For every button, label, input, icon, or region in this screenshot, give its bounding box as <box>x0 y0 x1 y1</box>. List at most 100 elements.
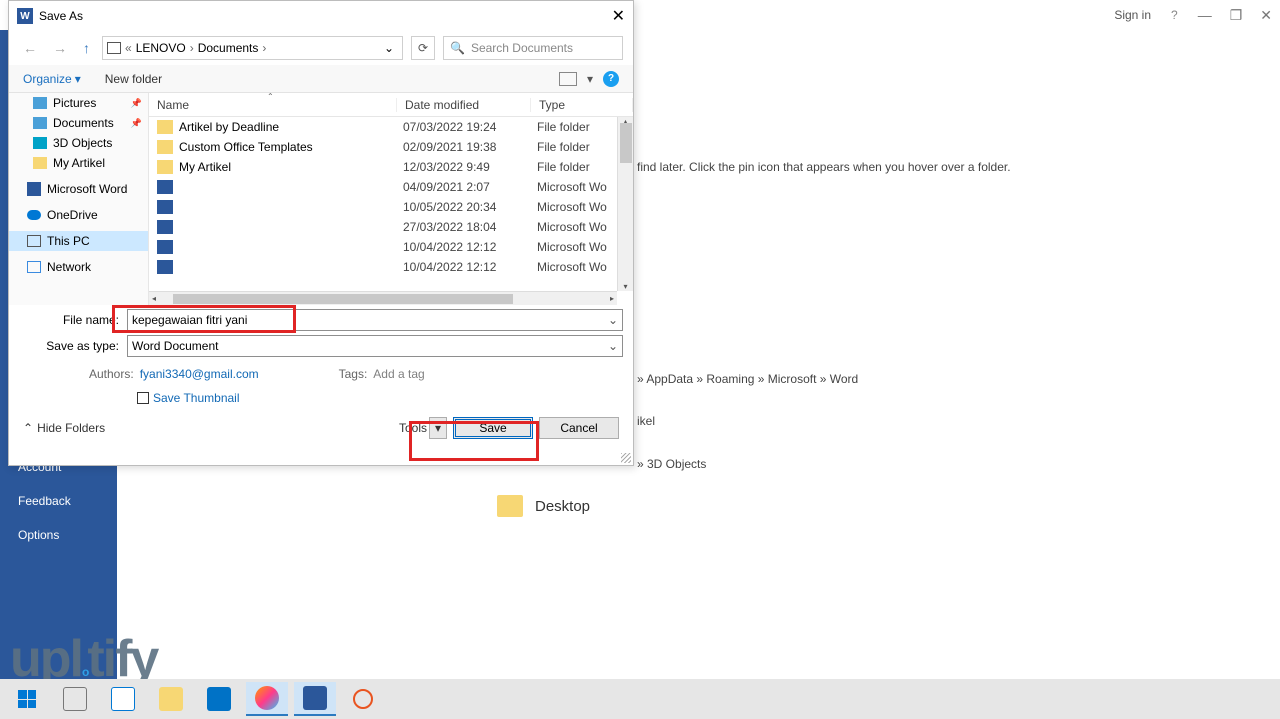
row-name: Artikel by Deadline <box>179 120 403 134</box>
chevron-right-icon[interactable]: › <box>262 41 266 55</box>
vertical-scrollbar[interactable]: ▴ ▾ <box>617 117 633 291</box>
folder-icon <box>497 495 523 517</box>
save-type-combo[interactable]: Word Document ⌄ <box>127 335 623 357</box>
scroll-left-icon[interactable]: ◂ <box>149 294 159 303</box>
close-icon[interactable]: ✕ <box>1260 7 1272 24</box>
search-box[interactable]: 🔍 Search Documents <box>443 36 623 60</box>
taskbar-explorer[interactable] <box>150 682 192 716</box>
chevron-down-icon: ▾ <box>75 72 81 86</box>
tree-thispc[interactable]: This PC <box>47 234 90 248</box>
chevron-down-icon[interactable]: ▾ <box>587 72 593 86</box>
row-type: File folder <box>537 120 590 134</box>
documents-icon <box>33 117 47 129</box>
save-thumbnail-checkbox[interactable] <box>137 392 149 404</box>
desktop-location[interactable]: Desktop <box>497 495 590 517</box>
task-view-button[interactable] <box>54 682 96 716</box>
row-type: File folder <box>537 160 590 174</box>
breadcrumb-seg-2[interactable]: Documents <box>198 41 259 55</box>
refresh-icon[interactable]: ⟳ <box>411 36 435 60</box>
file-name-input[interactable] <box>132 313 618 327</box>
taskbar-ubuntu[interactable] <box>342 682 384 716</box>
table-row[interactable]: 27/03/2022 18:04Microsoft Wo <box>149 217 633 237</box>
nav-options[interactable]: Options <box>0 518 117 552</box>
col-type[interactable]: Type <box>531 98 633 112</box>
scroll-thumb[interactable] <box>173 294 513 304</box>
pin-icon[interactable]: 📌 <box>131 118 142 129</box>
cancel-button[interactable]: Cancel <box>539 417 619 439</box>
table-row[interactable]: My Artikel12/03/2022 9:49File folder <box>149 157 633 177</box>
chevron-right-icon[interactable]: › <box>190 41 194 55</box>
save-button[interactable]: Save <box>453 417 533 439</box>
nav-back-icon[interactable]: ← <box>19 40 41 56</box>
organize-button[interactable]: Organize ▾ <box>23 72 81 86</box>
word-doc-icon <box>157 180 173 194</box>
tools-dropdown-icon[interactable]: ▾ <box>429 417 447 439</box>
taskbar[interactable] <box>0 679 1280 719</box>
table-row[interactable]: Artikel by Deadline07/03/2022 19:24File … <box>149 117 633 137</box>
help-icon[interactable]: ? <box>1171 8 1178 22</box>
view-options-icon[interactable] <box>559 72 577 86</box>
row-date: 12/03/2022 9:49 <box>403 160 537 174</box>
taskbar-word[interactable] <box>294 682 336 716</box>
nav-feedback[interactable]: Feedback <box>0 484 117 518</box>
nav-up-icon[interactable]: ↑ <box>79 40 94 56</box>
tags-add[interactable]: Add a tag <box>373 367 424 381</box>
dialog-close-icon[interactable]: ✕ <box>612 6 625 26</box>
minimize-icon[interactable]: — <box>1198 7 1212 23</box>
word-icon <box>303 686 327 710</box>
new-folder-button[interactable]: New folder <box>105 72 162 86</box>
address-breadcrumb[interactable]: « LENOVO › Documents › ⌄ <box>102 36 403 60</box>
dialog-titlebar[interactable]: W Save As ✕ <box>9 1 633 31</box>
chevron-down-icon[interactable]: ⌄ <box>608 339 618 353</box>
folder-tree[interactable]: Pictures 📌 Documents 📌 3D Objects My Artik… <box>9 93 149 305</box>
row-type: Microsoft Wo <box>537 180 607 194</box>
table-row[interactable]: 10/05/2022 20:34Microsoft Wo <box>149 197 633 217</box>
tree-network[interactable]: Network <box>47 260 91 274</box>
pin-icon[interactable]: 📌 <box>131 98 142 109</box>
authors-label: Authors: <box>89 367 134 381</box>
search-icon: 🔍 <box>450 41 465 55</box>
tools-button[interactable]: Tools ▾ <box>399 417 447 439</box>
table-row[interactable]: 10/04/2022 12:12Microsoft Wo <box>149 237 633 257</box>
nav-forward-icon[interactable]: → <box>49 40 71 56</box>
authors-value[interactable]: fyani3340@gmail.com <box>140 367 259 381</box>
taskbar-store[interactable] <box>102 682 144 716</box>
tree-onedrive[interactable]: OneDrive <box>47 208 98 222</box>
file-name-combo[interactable]: ⌄ <box>127 309 623 331</box>
col-date[interactable]: Date modified <box>397 98 531 112</box>
hide-folders-button[interactable]: ⌃ Hide Folders <box>23 421 105 435</box>
sign-in-link[interactable]: Sign in <box>1114 8 1151 22</box>
breadcrumb-seg-1[interactable]: LENOVO <box>136 41 186 55</box>
horizontal-scrollbar[interactable]: ◂ ▸ <box>149 291 617 305</box>
scroll-right-icon[interactable]: ▸ <box>607 294 617 303</box>
task-view-icon <box>63 687 87 711</box>
recent-path-1[interactable]: » AppData » Roaming » Microsoft » Word <box>637 372 858 386</box>
row-name: Custom Office Templates <box>179 140 403 154</box>
tree-word[interactable]: Microsoft Word <box>47 182 127 196</box>
tree-pictures[interactable]: Pictures <box>53 96 96 110</box>
taskbar-mail[interactable] <box>198 682 240 716</box>
table-row[interactable]: 04/09/2021 2:07Microsoft Wo <box>149 177 633 197</box>
resize-grip[interactable] <box>621 453 631 463</box>
table-row[interactable]: Custom Office Templates02/09/2021 19:38F… <box>149 137 633 157</box>
chevron-down-icon[interactable]: ⌄ <box>608 313 618 327</box>
tree-3d[interactable]: 3D Objects <box>53 136 112 150</box>
scroll-down-icon[interactable]: ▾ <box>618 282 633 291</box>
tree-documents[interactable]: Documents <box>53 116 114 130</box>
address-dropdown-icon[interactable]: ⌄ <box>380 41 398 55</box>
save-type-label: Save as type: <box>19 339 127 353</box>
row-date: 10/04/2022 12:12 <box>403 260 537 274</box>
table-row[interactable]: 10/04/2022 12:12Microsoft Wo <box>149 257 633 277</box>
save-thumbnail-label[interactable]: Save Thumbnail <box>153 391 240 405</box>
scroll-thumb[interactable] <box>620 123 632 163</box>
recent-path-2[interactable]: ikel <box>637 414 655 428</box>
store-icon <box>111 687 135 711</box>
start-button[interactable] <box>6 682 48 716</box>
maximize-icon[interactable]: ❐ <box>1230 7 1243 24</box>
tree-myartikel[interactable]: My Artikel <box>53 156 105 170</box>
taskbar-firefox[interactable] <box>246 682 288 716</box>
help-icon[interactable]: ? <box>603 71 619 87</box>
ubuntu-icon <box>353 689 373 709</box>
row-type: File folder <box>537 140 590 154</box>
recent-path-3[interactable]: » 3D Objects <box>637 457 706 471</box>
